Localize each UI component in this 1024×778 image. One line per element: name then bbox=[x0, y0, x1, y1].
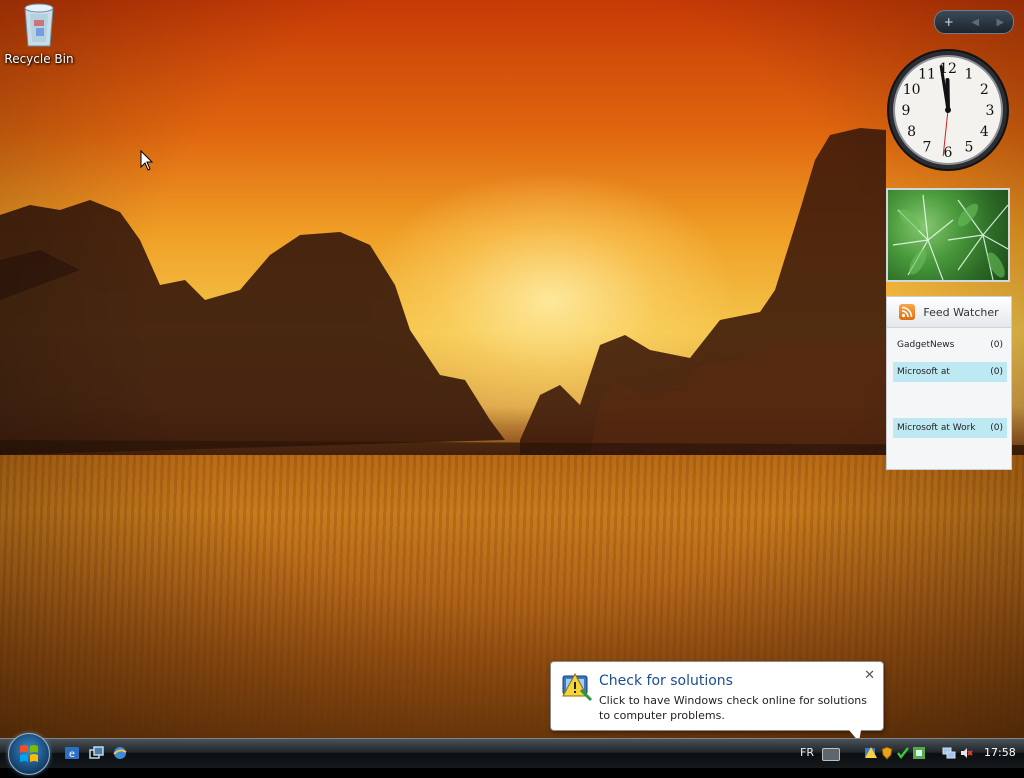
notification-text: Click to have Windows check online for s… bbox=[599, 694, 867, 722]
svg-text:e: e bbox=[69, 749, 75, 760]
clock-gadget[interactable]: 1234567891011 12 bbox=[886, 48, 1010, 172]
clock-numeral: 7 bbox=[923, 139, 932, 155]
feed-item-count: (0) bbox=[990, 340, 1003, 350]
show-desktop-icon[interactable] bbox=[112, 745, 128, 761]
feed-item-name: GadgetNews bbox=[897, 340, 955, 350]
clock-numeral: 2 bbox=[980, 82, 989, 98]
next-gadgets-button[interactable]: ▶ bbox=[997, 17, 1005, 28]
feed-item[interactable]: Microsoft at (0) bbox=[893, 362, 1007, 382]
feed-item[interactable]: Microsoft at Work (0) bbox=[893, 418, 1007, 438]
add-gadget-button[interactable]: + bbox=[944, 15, 954, 29]
defender-icon[interactable] bbox=[896, 746, 910, 760]
clock-numeral: 3 bbox=[986, 103, 995, 119]
network-icon[interactable] bbox=[942, 746, 956, 760]
taskbar: e FR 17:58 bbox=[0, 733, 1024, 775]
windows-logo-icon bbox=[20, 745, 38, 762]
problem-reports-icon bbox=[562, 672, 593, 702]
feed-item-count: (0) bbox=[990, 423, 1003, 433]
slideshow-gadget[interactable] bbox=[886, 188, 1010, 282]
feed-item-count: (0) bbox=[990, 367, 1003, 377]
feed-watcher-title: Feed Watcher bbox=[923, 305, 999, 319]
feed-item[interactable]: GadgetNews (0) bbox=[893, 335, 1007, 355]
feed-watcher-gadget: Feed Watcher GadgetNews (0) Microsoft at… bbox=[886, 296, 1012, 470]
mouse-cursor-icon bbox=[140, 150, 154, 171]
app-tray-icon[interactable] bbox=[912, 746, 926, 760]
feed-item-name: Microsoft at bbox=[897, 367, 950, 377]
close-icon[interactable]: ✕ bbox=[864, 668, 875, 683]
sidebar-controls: + ◀ ▶ bbox=[934, 10, 1014, 34]
keyboard-icon[interactable] bbox=[822, 748, 840, 761]
rss-icon bbox=[899, 304, 916, 320]
clock-numeral: 9 bbox=[902, 103, 911, 119]
recycle-bin-icon bbox=[22, 2, 56, 48]
desktop-icon-label: Recycle Bin bbox=[4, 52, 74, 66]
desktop-icon-recycle-bin[interactable]: Recycle Bin bbox=[4, 2, 74, 66]
clock-numeral: 6 bbox=[944, 145, 953, 161]
plant-photo-image bbox=[892, 194, 1008, 280]
language-indicator[interactable]: FR bbox=[800, 746, 814, 759]
feed-item-name: Microsoft at Work bbox=[897, 423, 976, 433]
clock-numeral: 4 bbox=[980, 124, 989, 140]
feed-watcher-header[interactable]: Feed Watcher bbox=[887, 297, 1011, 328]
desktop-background bbox=[0, 0, 1024, 738]
switch-windows-icon[interactable] bbox=[88, 745, 104, 761]
notification-title: Check for solutions bbox=[599, 673, 733, 689]
problem-reports-tray-icon[interactable] bbox=[864, 746, 878, 760]
previous-gadgets-button[interactable]: ◀ bbox=[971, 17, 979, 28]
start-button[interactable] bbox=[8, 733, 50, 775]
internet-explorer-quicklaunch-icon[interactable]: e bbox=[64, 745, 80, 761]
clock-numeral: 10 bbox=[903, 82, 921, 98]
clock-numeral: 11 bbox=[918, 67, 936, 83]
system-tray: FR 17:58 bbox=[780, 739, 1024, 769]
clock-numeral: 8 bbox=[907, 124, 916, 140]
clock-numeral: 5 bbox=[965, 139, 974, 155]
notification-balloon[interactable]: Check for solutions Click to have Window… bbox=[550, 661, 884, 742]
taskbar-clock[interactable]: 17:58 bbox=[984, 746, 1016, 759]
vignette bbox=[0, 0, 1024, 738]
security-shield-icon[interactable] bbox=[880, 746, 894, 760]
volume-muted-icon[interactable] bbox=[960, 746, 974, 760]
clock-numeral: 1 bbox=[965, 67, 974, 83]
